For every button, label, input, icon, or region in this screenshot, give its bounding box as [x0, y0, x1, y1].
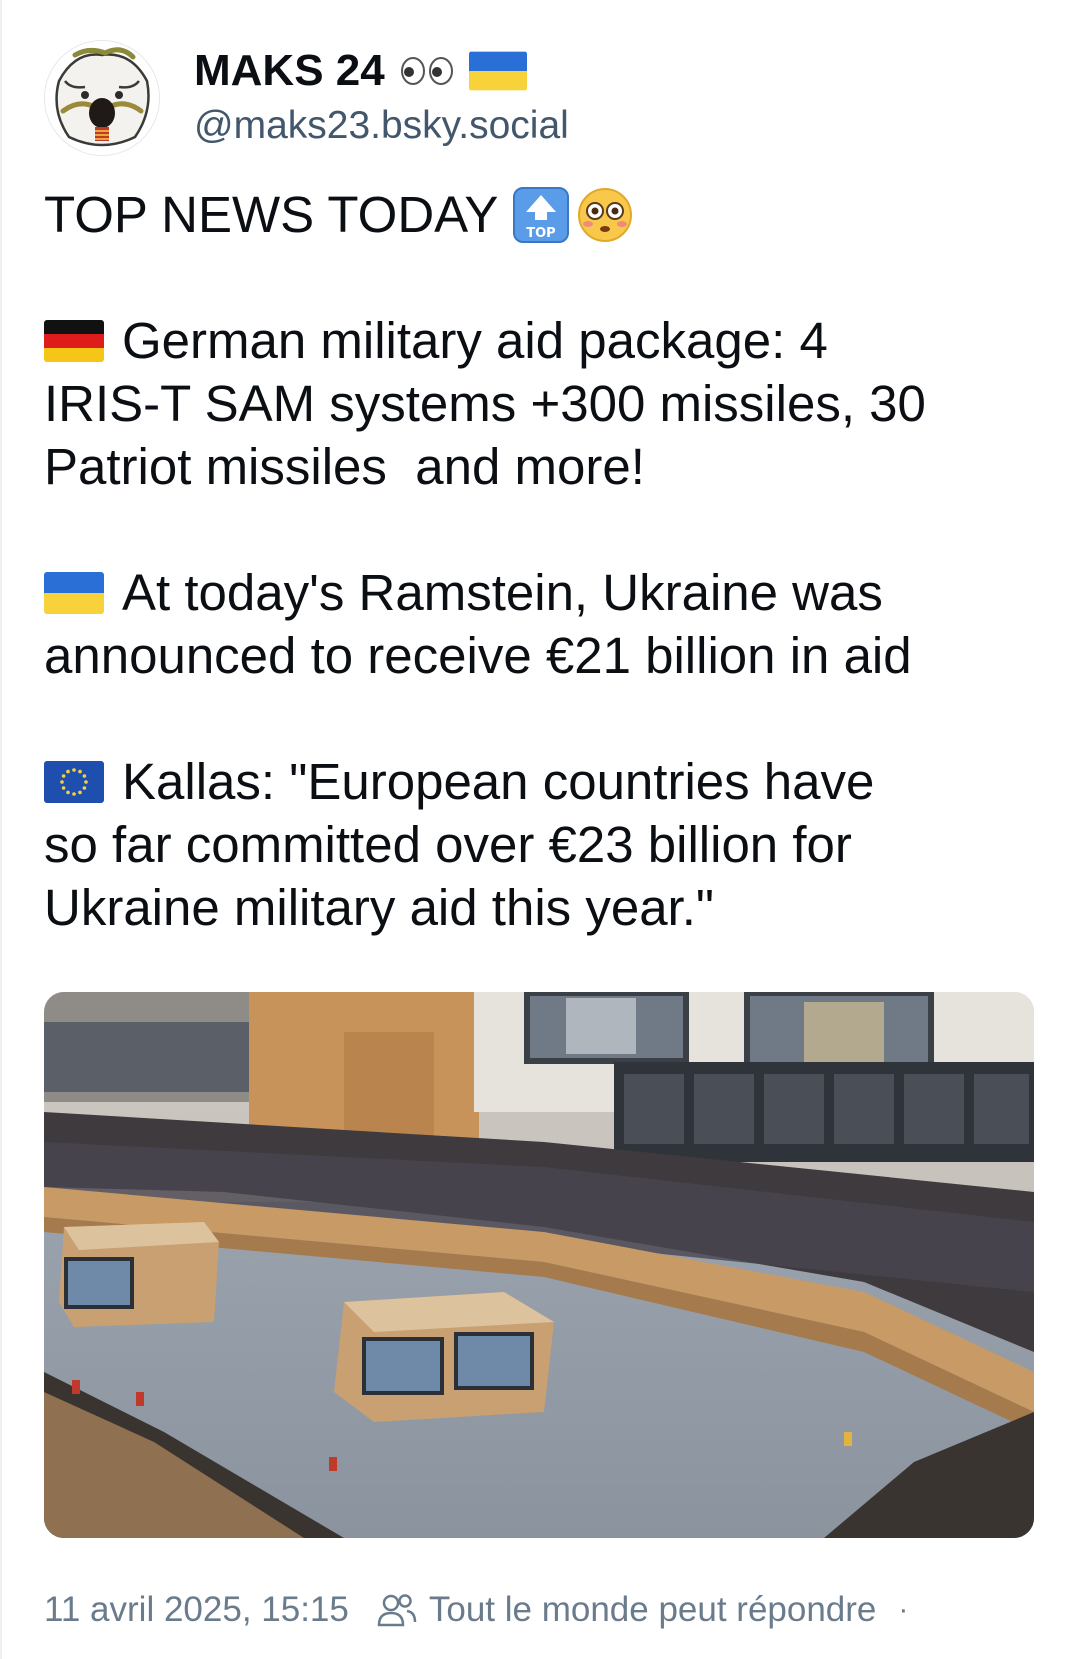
author-handle[interactable]: @maks23.bsky.social: [194, 104, 569, 148]
paragraph-1-line-2: IRIS-T SAM systems +300 missiles, 30: [44, 372, 1044, 435]
paragraph-2-text-1: At today's Ramstein, Ukraine was: [122, 564, 883, 621]
people-icon: [377, 1594, 417, 1627]
paragraph-3-text-3: Ukraine military aid this year.": [44, 879, 714, 936]
post-timestamp[interactable]: 11 avril 2025, 15:15: [44, 1590, 349, 1630]
paragraph-3-line-2: so far committed over €23 billion for: [44, 813, 1044, 876]
paragraph-1-text-1: German military aid package: 4: [122, 312, 828, 369]
top-arrow-icon: TOP: [513, 186, 570, 243]
paragraph-2-text-2: announced to receive €21 billion in aid: [44, 627, 912, 684]
post-image[interactable]: [44, 992, 1034, 1538]
avatar[interactable]: [44, 40, 160, 156]
paragraph-3-line-1: Kallas: "European countries have: [44, 750, 1044, 813]
author-name-row[interactable]: MAKS 24: [194, 42, 527, 100]
headline-text: TOP NEWS TODAY: [44, 186, 499, 243]
ukraine-flag-icon: [44, 571, 104, 614]
paragraph-3-line-3: Ukraine military aid this year.": [44, 876, 1044, 939]
paragraph-1-line-1: German military aid package: 4: [44, 309, 1044, 372]
post-meta: 11 avril 2025, 15:15 Tout le monde peut …: [44, 1585, 908, 1635]
display-name[interactable]: MAKS 24: [194, 46, 385, 96]
avatar-illustration: [45, 41, 159, 155]
paragraph-2-line-1: At today's Ramstein, Ukraine was: [44, 561, 1044, 624]
germany-flag-icon: [44, 319, 104, 362]
paragraph-1-text-3: Patriot missiles and more!: [44, 438, 645, 495]
svg-text:TOP: TOP: [527, 226, 556, 241]
ukraine-flag-icon: [468, 51, 527, 91]
reply-setting[interactable]: Tout le monde peut répondre: [429, 1590, 877, 1630]
paragraph-1-line-3: Patriot missiles and more!: [44, 435, 1044, 498]
left-border: [0, 0, 2, 1659]
meeting-hall-photo: [44, 992, 1034, 1538]
post-card: MAKS 24 @maks23.bsky.social TOP NEWS TOD…: [0, 0, 1080, 1659]
meta-separator: ·: [898, 1593, 909, 1626]
headline-line: TOP NEWS TODAY TOP: [44, 183, 1044, 246]
eyes-icon: [400, 57, 453, 85]
post-text: TOP NEWS TODAY TOP German military aid p…: [44, 183, 1044, 939]
paragraph-3-text-2: so far committed over €23 billion for: [44, 816, 852, 873]
paragraph-1-text-2: IRIS-T SAM systems +300 missiles, 30: [44, 375, 926, 432]
paragraph-3-text-1: Kallas: "European countries have: [122, 753, 875, 810]
flushed-face-icon: [578, 187, 633, 242]
paragraph-2-line-2: announced to receive €21 billion in aid: [44, 624, 1044, 687]
eu-flag-icon: [44, 760, 104, 803]
